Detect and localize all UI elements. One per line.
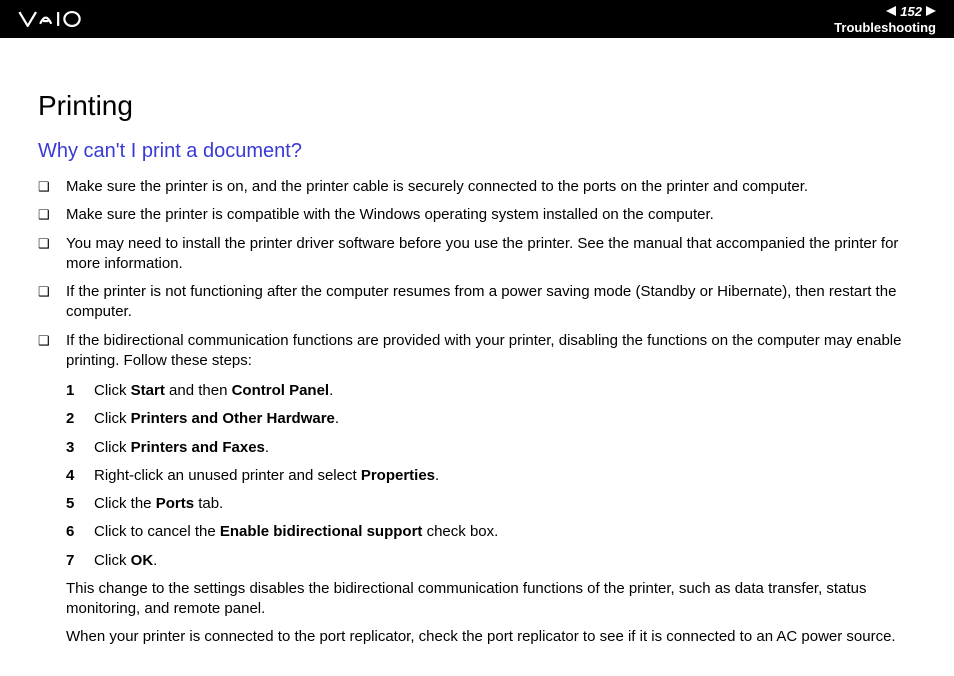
page-number: 152	[900, 4, 922, 19]
step-item: 7Click OK.	[66, 551, 916, 571]
step-text: Right-click an unused printer and select…	[94, 466, 916, 486]
step-text: Click the Ports tab.	[94, 494, 916, 514]
bullet-text: If the printer is not functioning after …	[66, 282, 916, 323]
step-text: Click Start and then Control Panel.	[94, 381, 916, 401]
closing-para: When your printer is connected to the po…	[66, 627, 916, 647]
steps-list: 1Click Start and then Control Panel. 2Cl…	[66, 381, 916, 571]
step-text: Click Printers and Faxes.	[94, 438, 916, 458]
step-item: 1Click Start and then Control Panel.	[66, 381, 916, 401]
step-text: Click Printers and Other Hardware.	[94, 409, 916, 429]
page-content: Printing Why can't I print a document? M…	[0, 38, 954, 676]
prev-page-icon[interactable]	[886, 6, 896, 16]
step-item: 4Right-click an unused printer and selec…	[66, 466, 916, 486]
bullet-text: Make sure the printer is compatible with…	[66, 205, 916, 225]
page-nav: 152	[834, 4, 936, 19]
step-text: Click to cancel the Enable bidirectional…	[94, 522, 916, 542]
step-item: 2Click Printers and Other Hardware.	[66, 409, 916, 429]
list-item: If the bidirectional communication funct…	[38, 331, 916, 648]
step-item: 6Click to cancel the Enable bidirectiona…	[66, 522, 916, 542]
bullet-text: You may need to install the printer driv…	[66, 234, 916, 275]
step-item: 5Click the Ports tab.	[66, 494, 916, 514]
bullet-list: Make sure the printer is on, and the pri…	[38, 177, 916, 648]
closing-para: This change to the settings disables the…	[66, 579, 916, 620]
vaio-logo	[18, 10, 115, 28]
list-item: If the printer is not functioning after …	[38, 282, 916, 323]
section-label: Troubleshooting	[834, 20, 936, 35]
list-item: Make sure the printer is on, and the pri…	[38, 177, 916, 197]
list-item: Make sure the printer is compatible with…	[38, 205, 916, 225]
header-right: 152 Troubleshooting	[834, 4, 936, 35]
bullet-text: If the bidirectional communication funct…	[66, 332, 901, 369]
bullet-text: Make sure the printer is on, and the pri…	[66, 177, 916, 197]
step-text: Click OK.	[94, 551, 916, 571]
page-header: 152 Troubleshooting	[0, 0, 954, 38]
page-title: Printing	[38, 90, 916, 122]
step-item: 3Click Printers and Faxes.	[66, 438, 916, 458]
question-heading: Why can't I print a document?	[38, 140, 916, 163]
list-item: You may need to install the printer driv…	[38, 234, 916, 275]
next-page-icon[interactable]	[926, 6, 936, 16]
